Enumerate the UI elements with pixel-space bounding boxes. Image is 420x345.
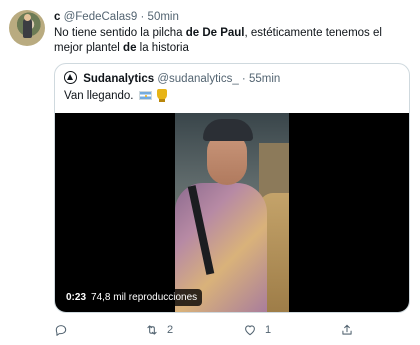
tweet-text: No tiene sentido la pilcha de De Paul, e… [54,26,409,56]
video-frame [175,113,289,312]
video-player[interactable]: 0:23 74,8 mil reproducciones [55,113,409,312]
like-button[interactable]: 1 [243,322,271,338]
tweet-text-part: la historia [136,42,189,54]
quoted-tweet-header: Sudanalytics @sudanalytics_ · 55min [64,71,280,86]
avatar[interactable] [9,10,45,46]
retweet-icon [147,325,157,335]
reply-button[interactable] [54,322,76,338]
tweet-text-bold: de [123,42,137,54]
quoted-author-handle: @sudanalytics_ [157,73,239,85]
argentina-flag-icon [138,91,152,100]
video-duration: 0:23 [66,292,87,303]
like-icon [245,325,255,336]
quoted-author-name: Sudanalytics [83,73,155,85]
separator: · [140,11,145,23]
quoted-tweet-text: Van llegando. [64,89,167,104]
video-info-badge: 0:23 74,8 mil reproducciones [61,289,203,306]
author-name[interactable]: c [54,11,60,23]
like-count: 1 [265,324,272,336]
tweet-time[interactable]: 50min [148,11,179,23]
quoted-tweet-time: 55min [248,73,281,85]
author-handle[interactable]: @FedeCalas9 [64,11,138,23]
reply-icon [55,325,67,336]
tweet-text-bold: de De Paul [185,27,245,39]
tweet-header: c @FedeCalas9 · 50min [54,10,179,24]
quoted-tweet[interactable]: Sudanalytics @sudanalytics_ · 55min Van … [54,63,410,313]
tweet-text-part: No tiene sentido la pilcha [54,27,186,39]
trophy-icon [156,89,167,102]
tweet-actions: 2 1 [54,322,410,338]
separator: · [241,73,246,85]
retweet-button[interactable]: 2 [145,322,173,338]
quoted-text: Van llegando. [64,90,134,102]
retweet-count: 2 [167,324,174,336]
share-button[interactable] [340,322,362,338]
sudanalytics-logo-icon [64,71,77,84]
video-views: 74,8 mil reproducciones [91,292,198,303]
share-icon [342,324,352,335]
